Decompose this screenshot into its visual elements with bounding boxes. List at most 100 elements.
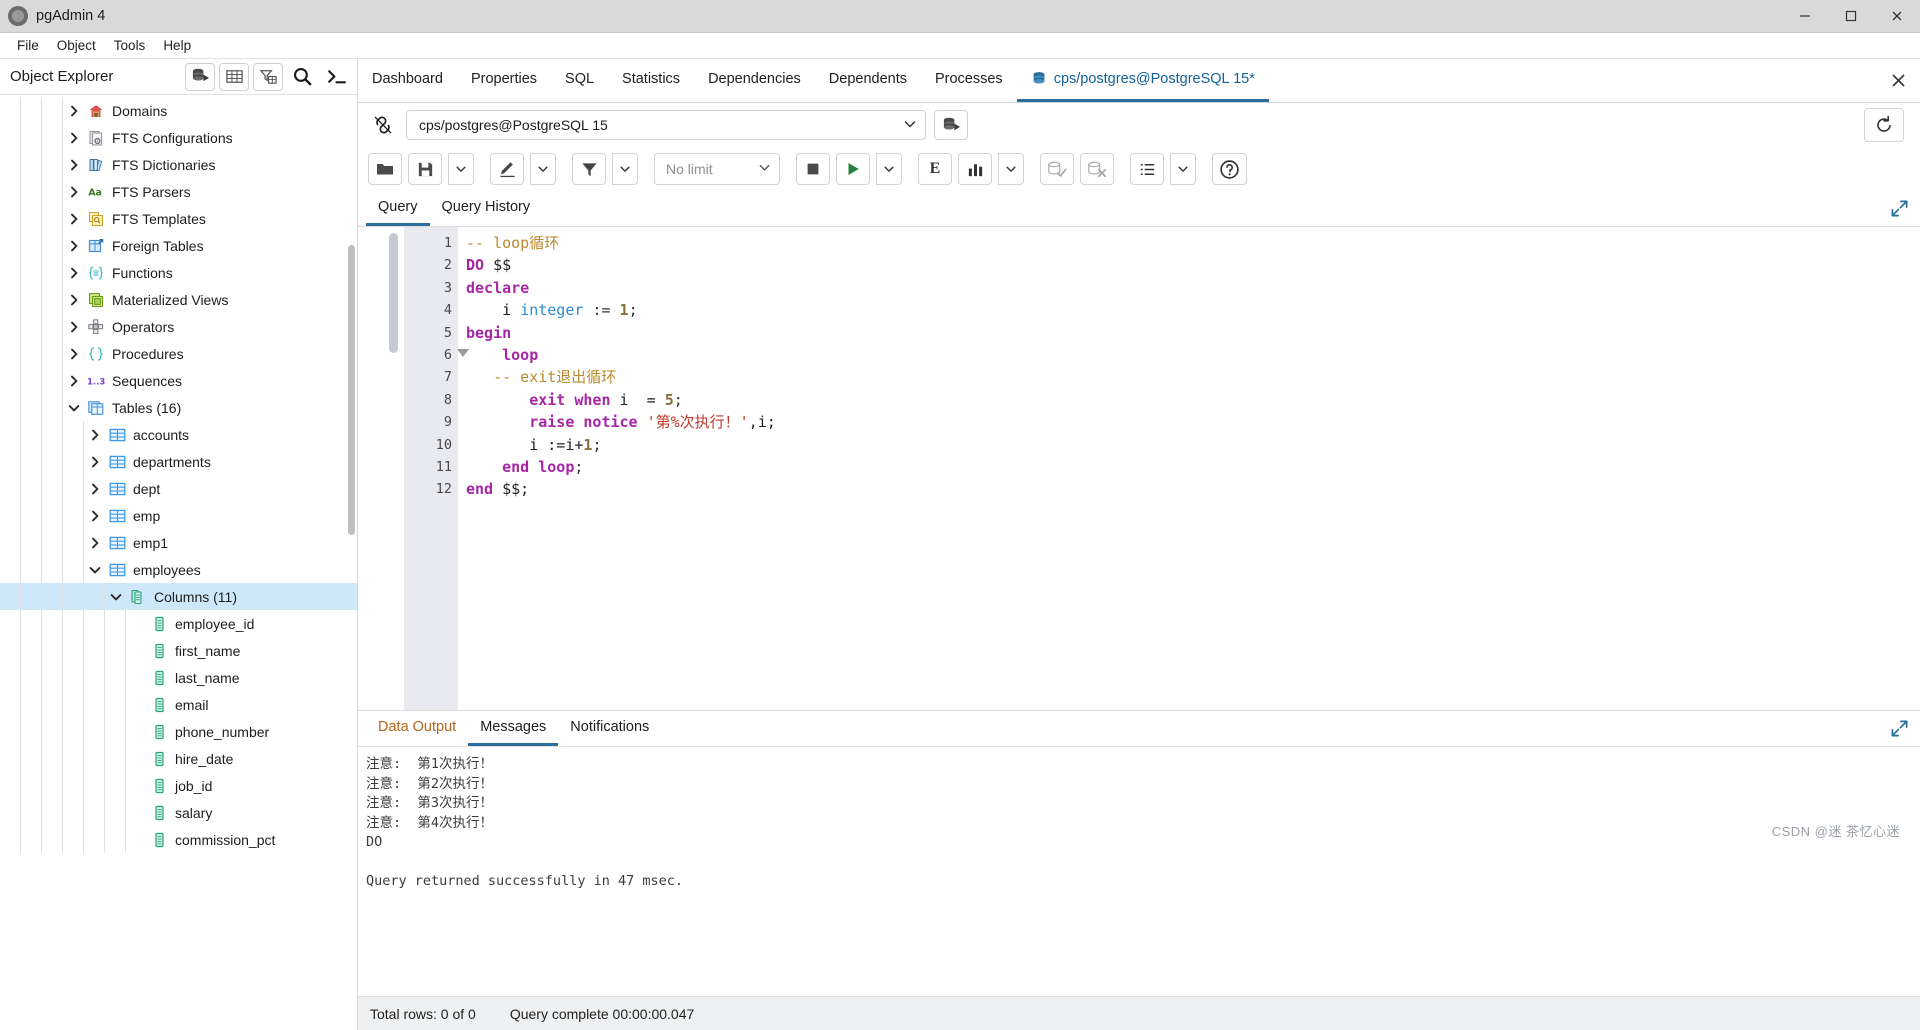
- chevron-right-icon[interactable]: [63, 267, 85, 279]
- tree-item-email[interactable]: email: [0, 691, 357, 718]
- tab-query[interactable]: Query: [366, 191, 430, 226]
- commit-button[interactable]: [1040, 153, 1074, 185]
- code-line[interactable]: loop: [466, 344, 1920, 366]
- tree-item-commission-pct[interactable]: commission_pct: [0, 826, 357, 853]
- chevron-right-icon[interactable]: [63, 375, 85, 387]
- row-limit-select[interactable]: No limit: [654, 153, 780, 185]
- code-line[interactable]: exit when i = 5;: [466, 389, 1920, 411]
- tab-statistics[interactable]: Statistics: [608, 59, 694, 102]
- tree-item-emp[interactable]: emp: [0, 502, 357, 529]
- code-line[interactable]: i integer := 1;: [466, 299, 1920, 321]
- add-server-icon[interactable]: [185, 62, 215, 91]
- macros-dropdown-button[interactable]: [1170, 153, 1196, 185]
- connection-select[interactable]: cps/postgres@PostgreSQL 15: [406, 110, 926, 140]
- chevron-right-icon[interactable]: [63, 240, 85, 252]
- tab-data-output[interactable]: Data Output: [366, 711, 468, 746]
- macros-button[interactable]: [1130, 153, 1164, 185]
- expand-arrows-icon[interactable]: [1878, 711, 1920, 746]
- tree-item-employee-id[interactable]: employee_id: [0, 610, 357, 637]
- chevron-down-icon[interactable]: [84, 564, 106, 576]
- editor-scrollbar[interactable]: [389, 233, 398, 353]
- tab-dependencies[interactable]: Dependencies: [694, 59, 815, 102]
- expand-arrows-icon[interactable]: [1878, 191, 1920, 226]
- tab-query-editor[interactable]: cps/postgres@PostgreSQL 15*: [1016, 59, 1269, 102]
- chevron-right-icon[interactable]: [84, 429, 106, 441]
- tree-item-fts-configurations[interactable]: FTS Configurations: [0, 124, 357, 151]
- tree-item-last-name[interactable]: last_name: [0, 664, 357, 691]
- tree-item-hire-date[interactable]: hire_date: [0, 745, 357, 772]
- tab-properties[interactable]: Properties: [457, 59, 551, 102]
- code-line[interactable]: raise notice '第%次执行！',i;: [466, 411, 1920, 433]
- chevron-right-icon[interactable]: [84, 510, 106, 522]
- tree-item-emp1[interactable]: emp1: [0, 529, 357, 556]
- code-line[interactable]: end $$;: [466, 478, 1920, 500]
- tree-item-departments[interactable]: departments: [0, 448, 357, 475]
- tab-messages[interactable]: Messages: [468, 711, 559, 746]
- tree-item-functions[interactable]: Functions: [0, 259, 357, 286]
- tab-sql[interactable]: SQL: [551, 59, 608, 102]
- code-line[interactable]: begin: [466, 322, 1920, 344]
- explain-dropdown-button[interactable]: [998, 153, 1024, 185]
- tree-item-dept[interactable]: dept: [0, 475, 357, 502]
- tree-item-columns-11[interactable]: Columns (11): [0, 583, 357, 610]
- chevron-right-icon[interactable]: [84, 537, 106, 549]
- chevron-right-icon[interactable]: [63, 105, 85, 117]
- chevron-right-icon[interactable]: [63, 348, 85, 360]
- table-grid-icon[interactable]: [219, 62, 249, 91]
- tree-item-phone-number[interactable]: phone_number: [0, 718, 357, 745]
- sql-editor[interactable]: 1 2 3 4 5 6 7 8 9 10 11 12 -- loop循环 DO $$ declare i …: [358, 227, 1920, 710]
- tree-item-first-name[interactable]: first_name: [0, 637, 357, 664]
- chevron-right-icon[interactable]: [63, 132, 85, 144]
- close-tab-icon[interactable]: [1876, 59, 1920, 102]
- code-area[interactable]: -- loop循环 DO $$ declare i integer := 1; beg…: [458, 227, 1920, 710]
- manage-connections-icon[interactable]: [934, 110, 968, 140]
- chevron-right-icon[interactable]: [63, 213, 85, 225]
- maximize-button[interactable]: [1828, 0, 1874, 33]
- chevron-right-icon[interactable]: [84, 483, 106, 495]
- filter-table-icon[interactable]: [253, 62, 283, 91]
- chevron-right-icon[interactable]: [63, 159, 85, 171]
- rollback-button[interactable]: [1080, 153, 1114, 185]
- code-line[interactable]: end loop;: [466, 456, 1920, 478]
- help-button[interactable]: [1212, 153, 1247, 185]
- code-line[interactable]: -- exit退出循环: [466, 366, 1920, 388]
- menu-help[interactable]: Help: [154, 36, 200, 55]
- chevron-right-icon[interactable]: [63, 321, 85, 333]
- object-tree[interactable]: Domains FTS Configurations FTS Dictionarie…: [0, 95, 357, 1030]
- tree-item-tables-16[interactable]: Tables (16): [0, 394, 357, 421]
- chevron-down-icon[interactable]: [63, 402, 85, 414]
- tab-dependents[interactable]: Dependents: [815, 59, 921, 102]
- menu-object[interactable]: Object: [48, 36, 105, 55]
- tree-item-sequences[interactable]: 1..3 Sequences: [0, 367, 357, 394]
- search-icon[interactable]: [287, 62, 317, 91]
- code-line[interactable]: DO $$: [466, 254, 1920, 276]
- chevron-right-icon[interactable]: [84, 456, 106, 468]
- tree-item-foreign-tables[interactable]: Foreign Tables: [0, 232, 357, 259]
- tree-item-fts-templates[interactable]: FTS Templates: [0, 205, 357, 232]
- tree-item-employees[interactable]: employees: [0, 556, 357, 583]
- edit-button[interactable]: [490, 153, 524, 185]
- chevron-right-icon[interactable]: [63, 294, 85, 306]
- menu-tools[interactable]: Tools: [105, 36, 155, 55]
- filter-button[interactable]: [572, 153, 606, 185]
- tree-item-fts-parsers[interactable]: Aa FTS Parsers: [0, 178, 357, 205]
- code-line[interactable]: declare: [466, 277, 1920, 299]
- tree-item-procedures[interactable]: Procedures: [0, 340, 357, 367]
- tab-notifications[interactable]: Notifications: [558, 711, 661, 746]
- explain-button[interactable]: E: [918, 153, 952, 185]
- close-button[interactable]: [1874, 0, 1920, 33]
- minimize-button[interactable]: [1782, 0, 1828, 33]
- tree-item-fts-dictionaries[interactable]: FTS Dictionaries: [0, 151, 357, 178]
- tree-item-domains[interactable]: Domains: [0, 97, 357, 124]
- terminal-icon[interactable]: [321, 62, 351, 91]
- filter-dropdown-button[interactable]: [612, 153, 638, 185]
- tree-item-job-id[interactable]: job_id: [0, 772, 357, 799]
- save-dropdown-button[interactable]: [448, 153, 474, 185]
- tab-processes[interactable]: Processes: [921, 59, 1017, 102]
- chevron-down-icon[interactable]: [105, 591, 127, 603]
- code-line[interactable]: -- loop循环: [466, 232, 1920, 254]
- tab-dashboard[interactable]: Dashboard: [358, 59, 457, 102]
- save-file-button[interactable]: [408, 153, 442, 185]
- explain-analyze-button[interactable]: [958, 153, 992, 185]
- execute-button[interactable]: [836, 153, 870, 185]
